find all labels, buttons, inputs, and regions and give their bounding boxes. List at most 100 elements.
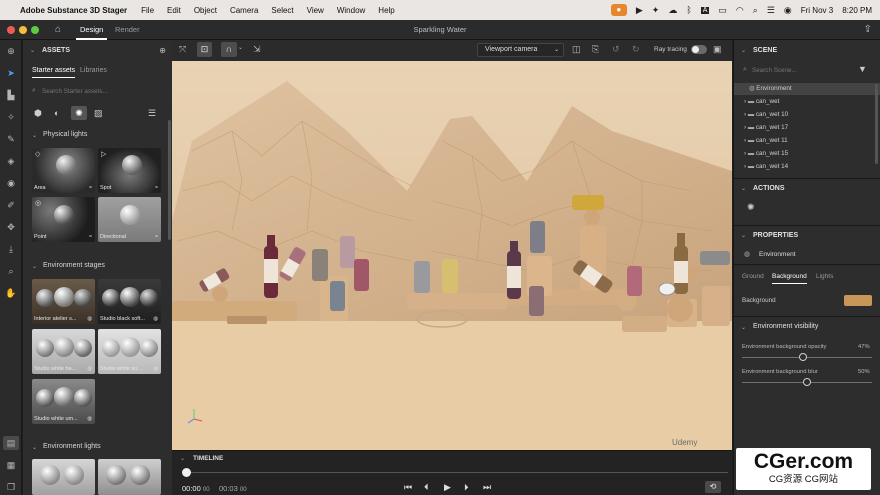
scene-item-group[interactable]: › ▬ can_wet 11 <box>744 137 788 144</box>
assets-panel-icon[interactable]: ▤ <box>3 436 19 450</box>
filter-icon[interactable]: ▼ <box>858 64 867 74</box>
environment-light-thumbnail[interactable] <box>32 459 95 495</box>
collapse-chevron-icon[interactable]: ⌄ <box>741 232 746 239</box>
image-filter-icon[interactable]: ▨ <box>94 108 103 119</box>
wifi-icon[interactable]: ◠ <box>736 5 744 16</box>
close-window-button[interactable] <box>7 26 15 34</box>
snap-icon[interactable]: ⊡ <box>197 42 212 57</box>
scene-item-group[interactable]: › ▬ can_wet 14 <box>744 163 788 170</box>
transform-icon[interactable]: ⤧ <box>179 44 186 55</box>
magnet-icon[interactable]: ∩ <box>221 42 237 57</box>
library-icon[interactable]: ▦ <box>3 458 19 472</box>
collapse-chevron-icon[interactable]: ⌄ <box>741 47 746 54</box>
menu-object[interactable]: Object <box>194 6 217 15</box>
tab-background[interactable]: Background <box>772 273 807 284</box>
list-view-icon[interactable]: ☰ <box>148 108 156 119</box>
bg-blur-slider-knob[interactable] <box>803 378 811 386</box>
collapse-chevron-icon[interactable]: ⌄ <box>32 263 37 270</box>
cloud-icon[interactable]: ☁ <box>668 5 677 16</box>
light-thumbnail-directional[interactable]: Directional ≈ <box>98 197 161 242</box>
loop-icon[interactable]: ⟲ <box>705 481 721 493</box>
menu-select[interactable]: Select <box>271 6 293 15</box>
timeline-playhead[interactable] <box>182 468 191 477</box>
app-menu[interactable]: Adobe Substance 3D Stager <box>20 6 127 15</box>
dropbox-icon[interactable]: ✦ <box>652 5 660 16</box>
select-tool-icon[interactable]: ➤ <box>3 66 19 80</box>
microphone-icon[interactable]: ● <box>610 4 627 16</box>
keyboard-input-icon[interactable]: A <box>700 6 710 14</box>
add-icon[interactable]: ⊕ <box>3 44 19 58</box>
collapse-chevron-icon[interactable]: ⌄ <box>30 47 35 54</box>
collapse-chevron-icon[interactable]: ⌄ <box>32 444 37 451</box>
battery-icon[interactable]: ▭ <box>718 5 727 16</box>
menu-file[interactable]: File <box>141 6 154 15</box>
assets-scrollbar[interactable] <box>168 120 171 240</box>
collapse-chevron-icon[interactable]: ⌄ <box>741 324 746 331</box>
light-filter-icon[interactable]: ✺ <box>71 106 87 120</box>
bg-opacity-slider-knob[interactable] <box>799 353 808 361</box>
light-action-icon[interactable]: ✺ <box>747 202 755 213</box>
siri-icon[interactable]: ◉ <box>784 5 792 16</box>
menu-window[interactable]: Window <box>337 6 365 15</box>
move-icon[interactable]: ✥ <box>3 220 19 234</box>
step-back-icon[interactable]: ⏴ <box>424 482 429 493</box>
timeline-track[interactable] <box>186 472 728 473</box>
stage-thumbnail-studio-black-soft[interactable]: Studio black soft... ◍ <box>98 279 161 324</box>
collapse-chevron-icon[interactable]: ⌄ <box>32 132 37 139</box>
light-thumbnail-area[interactable]: ◇ Area ≈ <box>32 148 95 193</box>
tab-lights[interactable]: Lights <box>816 273 833 280</box>
magic-wand-icon[interactable]: ✧ <box>3 110 19 124</box>
tab-render[interactable]: Render <box>115 20 140 40</box>
cube-icon[interactable]: ◈ <box>3 154 19 168</box>
chevron-down-icon[interactable]: ⌄ <box>238 44 243 51</box>
search-icon[interactable]: ⌕ <box>753 5 758 16</box>
step-forward-icon[interactable]: ⏵ <box>464 482 469 493</box>
eye-icon[interactable]: ◉ <box>3 176 19 190</box>
zoom-window-button[interactable] <box>31 26 39 34</box>
play-icon[interactable]: ▶ <box>444 482 451 493</box>
collapse-chevron-icon[interactable]: ⌄ <box>180 455 185 462</box>
tab-libraries[interactable]: Libraries <box>80 67 107 74</box>
menu-view[interactable]: View <box>307 6 324 15</box>
camera-redo-icon[interactable]: ↻ <box>632 44 640 55</box>
camera-select[interactable]: Viewport camera ⌄ <box>477 43 564 57</box>
stage-thumbnail-studio-white-soft[interactable]: Studio white so... ◍ <box>98 329 161 374</box>
menubar-date[interactable]: Fri Nov 3 <box>801 6 833 15</box>
drop-to-ground-icon[interactable]: ⇲ <box>253 44 261 55</box>
bg-opacity-slider[interactable] <box>742 357 872 358</box>
tab-starter-assets[interactable]: Starter assets <box>32 67 76 78</box>
zoom-icon[interactable]: ⌕ <box>3 264 19 278</box>
collapse-chevron-icon[interactable]: ⌄ <box>741 185 746 192</box>
camera-undo-icon[interactable]: ↺ <box>612 44 620 55</box>
scene-search-input[interactable] <box>752 64 852 76</box>
bluetooth-icon[interactable]: ᛒ <box>686 5 691 15</box>
3d-viewport[interactable]: Udemy <box>172 61 732 450</box>
play-status-icon[interactable]: ▶ <box>636 5 643 16</box>
stage-thumbnail-studio-white-hard[interactable]: Studio white ha... ◍ <box>32 329 95 374</box>
share-icon[interactable]: ⇪ <box>864 24 872 35</box>
background-color-swatch[interactable] <box>844 295 872 306</box>
camera-bookmark-icon[interactable]: ⎘ <box>592 44 599 55</box>
tab-design[interactable]: Design <box>76 20 108 40</box>
skip-to-end-icon[interactable]: ⏭ <box>483 482 491 493</box>
scene-item-group[interactable]: › ▬ can_wet 10 <box>744 111 788 118</box>
render-preview-icon[interactable]: ▣ <box>713 44 722 55</box>
environment-light-thumbnail[interactable] <box>98 459 161 495</box>
menu-camera[interactable]: Camera <box>230 6 258 15</box>
assets-search-input[interactable] <box>42 85 166 98</box>
hand-icon[interactable]: ✋ <box>3 286 19 300</box>
menu-edit[interactable]: Edit <box>167 6 181 15</box>
scene-item-group[interactable]: › ▬ can_wet 17 <box>744 124 788 131</box>
minimize-window-button[interactable] <box>19 26 27 34</box>
frame-tool-icon[interactable]: ▙ <box>3 88 19 102</box>
scene-scrollbar[interactable] <box>875 84 878 164</box>
download-icon[interactable]: ⤓ <box>3 242 19 256</box>
scene-item-group[interactable]: › ▬ can_wet <box>744 98 779 105</box>
tab-ground[interactable]: Ground <box>742 273 764 280</box>
light-thumbnail-spot[interactable]: ▷ Spot ≈ <box>98 148 161 193</box>
camera-icon[interactable]: ◫ <box>572 44 581 55</box>
ray-tracing-toggle[interactable] <box>691 45 707 54</box>
menu-help[interactable]: Help <box>378 6 394 15</box>
eyedropper-icon[interactable]: ✎ <box>3 132 19 146</box>
layers-icon[interactable]: ❐ <box>3 480 19 494</box>
